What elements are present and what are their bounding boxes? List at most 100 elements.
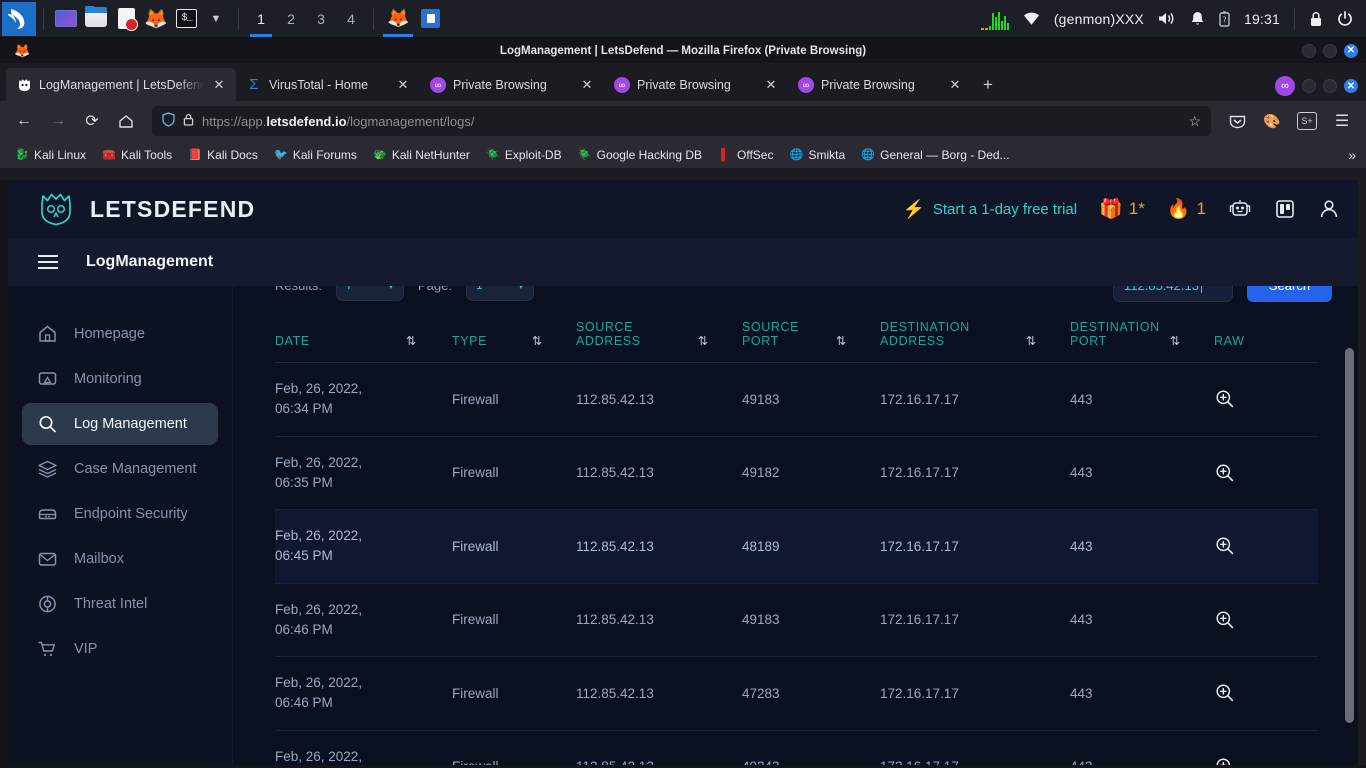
- magnifier-plus-icon[interactable]: [1214, 388, 1318, 410]
- app-menu-icon[interactable]: ☰: [1326, 106, 1358, 136]
- volume-icon[interactable]: [1151, 0, 1183, 38]
- tab-close-icon[interactable]: ✕: [395, 77, 411, 93]
- reload-button[interactable]: ⟳: [76, 106, 108, 136]
- cell-raw[interactable]: [1214, 656, 1318, 731]
- gift-counter[interactable]: 🎁 1*: [1099, 197, 1145, 221]
- new-tab-button[interactable]: +: [972, 68, 1004, 101]
- clock-time[interactable]: 19:31: [1237, 0, 1287, 38]
- close-button[interactable]: ✕: [1344, 43, 1358, 58]
- bookmark-kali-linux[interactable]: 🐉 Kali Linux: [8, 146, 93, 164]
- task-blue-app[interactable]: [415, 1, 446, 37]
- genmon-label[interactable]: (genmon)XXX: [1047, 0, 1151, 38]
- col-date[interactable]: DATE: [275, 308, 406, 363]
- col-destination-address[interactable]: DESTINATION ADDRESS: [880, 308, 1026, 363]
- bookmarks-overflow-icon[interactable]: »: [1348, 147, 1356, 163]
- user-icon[interactable]: [1318, 198, 1340, 220]
- col-type[interactable]: TYPE: [452, 308, 532, 363]
- bookmark-kali-tools[interactable]: 🧰 Kali Tools: [95, 146, 179, 164]
- letsdefend-logo-icon[interactable]: [36, 191, 76, 227]
- sort-updown-icon-source-port[interactable]: ⇅: [836, 308, 880, 363]
- url-bar[interactable]: https://app.letsdefend.io/logmanagement/…: [152, 106, 1211, 136]
- table-row[interactable]: Feb, 26, 2022, 06:34 PM Firewall 112.85.42.…: [275, 362, 1318, 437]
- extension-badge-icon[interactable]: S+: [1291, 106, 1323, 136]
- sidebar-item-homepage[interactable]: Homepage: [22, 313, 218, 355]
- cell-raw[interactable]: [1214, 362, 1318, 437]
- magnifier-plus-icon[interactable]: [1214, 462, 1318, 484]
- col-destination-port[interactable]: DESTINATION PORT: [1070, 308, 1170, 363]
- kali-dragon-icon[interactable]: [2, 1, 36, 36]
- sort-updown-icon-source-address[interactable]: ⇅: [698, 308, 742, 363]
- minimize-button[interactable]: [1302, 43, 1316, 58]
- sidebar-item-mailbox[interactable]: Mailbox: [22, 538, 218, 580]
- sort-updown-icon-destination-port[interactable]: ⇅: [1170, 308, 1214, 363]
- text-editor-icon[interactable]: [111, 4, 141, 34]
- maximize-button[interactable]: [1323, 43, 1337, 58]
- tab-close-icon[interactable]: ✕: [947, 77, 963, 93]
- bookmark-star-icon[interactable]: ☆: [1188, 113, 1201, 130]
- forward-button[interactable]: →: [42, 106, 74, 136]
- bookmark-exploit-db[interactable]: 🪲 Exploit-DB: [479, 146, 569, 164]
- tab-close-icon[interactable]: ✕: [211, 77, 227, 93]
- free-trial-link[interactable]: ⚡ Start a 1-day free trial: [902, 199, 1077, 220]
- cell-raw[interactable]: [1214, 583, 1318, 657]
- scrollbar-thumb[interactable]: [1345, 348, 1354, 723]
- home-button[interactable]: [110, 106, 142, 136]
- extension-icon[interactable]: 🎨: [1256, 106, 1288, 136]
- table-row[interactable]: Feb, 26, 2022, 06:45 PM Firewall 112.85.42.…: [275, 509, 1318, 584]
- search-input[interactable]: 112.85.42.13: [1113, 286, 1233, 302]
- chevron-down-icon[interactable]: ▼: [201, 4, 231, 34]
- bookmark-offsec[interactable]: ▌ OffSec: [711, 146, 780, 164]
- hamburger-icon[interactable]: [38, 255, 58, 269]
- sidebar-item-vip[interactable]: VIP: [22, 628, 218, 670]
- logout-icon[interactable]: [1330, 0, 1360, 38]
- shield-icon[interactable]: [162, 112, 175, 130]
- workspace-4[interactable]: 4: [336, 1, 366, 37]
- bookmark-smikta[interactable]: 🌐 Smikta: [782, 146, 852, 164]
- tab-virustotal[interactable]: Σ VirusTotal - Home ✕: [236, 68, 420, 101]
- tab-close-icon[interactable]: ✕: [579, 77, 595, 93]
- table-row[interactable]: Feb, 26, 2022, 06:35 PM Firewall 112.85.42.…: [275, 436, 1318, 510]
- battery-icon[interactable]: ?: [1212, 0, 1237, 38]
- sidebar-item-endpoint-security[interactable]: Endpoint Security: [22, 493, 218, 535]
- col-source-address[interactable]: SOURCE ADDRESS: [576, 308, 698, 363]
- maximize-button-2[interactable]: [1323, 79, 1337, 93]
- magnifier-plus-icon[interactable]: [1214, 535, 1318, 557]
- save-to-pocket-icon[interactable]: [1221, 106, 1253, 136]
- monitor-icon[interactable]: [51, 4, 81, 34]
- magnifier-plus-icon[interactable]: [1214, 609, 1318, 631]
- trello-icon[interactable]: [1274, 198, 1296, 220]
- sort-updown-icon-destination-address[interactable]: ⇅: [1026, 308, 1070, 363]
- sidebar-item-case-management[interactable]: Case Management: [22, 448, 218, 490]
- streak-counter[interactable]: 🔥 1: [1167, 197, 1206, 221]
- magnifier-plus-icon[interactable]: [1214, 682, 1318, 704]
- task-firefox[interactable]: 🦊: [381, 1, 415, 37]
- page-select[interactable]: 1 ▾: [465, 286, 534, 301]
- table-row[interactable]: Feb, 26, 2022, 06:46 PM Firewall 112.85.42.…: [275, 656, 1318, 731]
- cell-raw[interactable]: [1214, 436, 1318, 510]
- bookmark-kali-forums[interactable]: 🐦 Kali Forums: [267, 146, 364, 164]
- robot-icon[interactable]: [1228, 198, 1252, 220]
- bookmark-kali-docs[interactable]: 📕 Kali Docs: [181, 146, 265, 164]
- close-button-2[interactable]: ✕: [1344, 79, 1358, 93]
- sidebar-item-monitoring[interactable]: Monitoring: [22, 358, 218, 400]
- back-button[interactable]: ←: [8, 106, 40, 136]
- tab-private-1[interactable]: ∞ Private Browsing ✕: [420, 68, 604, 101]
- workspace-1[interactable]: 1: [246, 1, 276, 37]
- bookmark-kali-nethunter[interactable]: 🐲 Kali NetHunter: [366, 146, 477, 164]
- tab-logmanagement[interactable]: LogManagement | LetsDefend ✕: [6, 68, 236, 101]
- sort-updown-icon-type[interactable]: ⇅: [532, 308, 576, 363]
- workspace-2[interactable]: 2: [276, 1, 306, 37]
- files-icon[interactable]: [81, 4, 111, 34]
- search-button[interactable]: Search: [1247, 286, 1332, 302]
- table-row[interactable]: Feb, 26, 2022,06:50 PM Firewall 112.85.42.…: [275, 730, 1318, 768]
- lock-icon[interactable]: [183, 113, 194, 129]
- tab-private-2[interactable]: ∞ Private Browsing ✕: [604, 68, 788, 101]
- sidebar-item-log-management[interactable]: Log Management: [22, 403, 218, 445]
- bookmark-google-hacking-db[interactable]: 🪲 Google Hacking DB: [571, 146, 709, 164]
- cell-raw[interactable]: [1214, 509, 1318, 584]
- results-select[interactable]: 7 ▾: [335, 286, 404, 301]
- cell-raw[interactable]: [1214, 730, 1318, 768]
- url-text[interactable]: https://app.letsdefend.io/logmanagement/…: [202, 114, 1180, 129]
- page-scrollbar[interactable]: [1345, 334, 1354, 764]
- sidebar-item-threat-intel[interactable]: Threat Intel: [22, 583, 218, 625]
